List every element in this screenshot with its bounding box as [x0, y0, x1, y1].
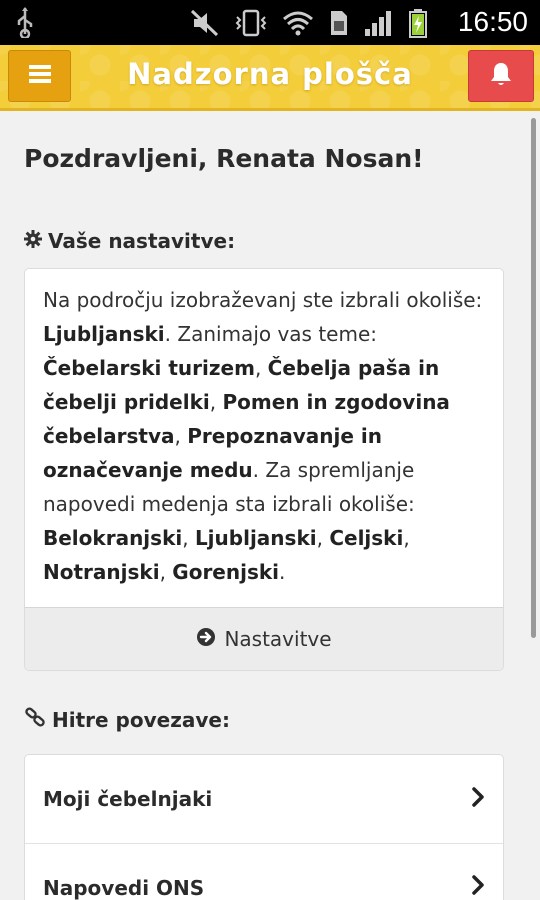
- bell-icon: [489, 61, 513, 91]
- settings-card: Na področju izobraževanj ste izbrali oko…: [24, 268, 504, 671]
- separator: ,: [182, 526, 195, 550]
- status-bar: 16:50: [0, 0, 540, 45]
- gear-icon: [24, 229, 42, 253]
- settings-button-label: Nastavitve: [224, 627, 332, 651]
- forecast-region: Celjski: [329, 526, 404, 550]
- wifi-icon: [282, 10, 314, 40]
- quick-link-label: Moji čebelnjaki: [43, 787, 213, 811]
- selected-region: Ljubljanski: [43, 322, 165, 346]
- forecast-region: Notranjski: [43, 560, 160, 584]
- separator: .: [279, 560, 286, 584]
- mute-icon: [190, 9, 220, 41]
- settings-summary: Na področju izobraževanj ste izbrali oko…: [25, 269, 503, 607]
- chevron-right-icon: [471, 786, 485, 813]
- main-content[interactable]: Pozdravljeni, Renata Nosan! Vaše nastavi…: [0, 114, 528, 900]
- quick-links-list: Moji čebelnjaki Napovedi ONS: [24, 754, 504, 900]
- settings-text-part: . Zanimajo vas teme:: [164, 322, 378, 346]
- quick-link-ons-forecasts[interactable]: Napovedi ONS: [25, 843, 503, 900]
- quick-links-heading-label: Hitre povezave:: [52, 707, 230, 732]
- chevron-right-icon: [471, 874, 485, 900]
- quick-link-label: Napovedi ONS: [43, 875, 205, 900]
- selected-topic: Čebelarski turizem: [43, 356, 255, 380]
- sim-icon: [328, 9, 350, 41]
- usb-icon: [14, 6, 36, 42]
- separator: ,: [174, 424, 188, 448]
- link-icon: [24, 707, 46, 732]
- forecast-region: Gorenjski: [172, 560, 280, 584]
- settings-heading: Vaše nastavitve:: [24, 229, 504, 253]
- settings-text-part: Na področju izobraževanj ste izbrali oko…: [43, 288, 483, 312]
- separator: ,: [254, 356, 268, 380]
- quick-links-heading: Hitre povezave:: [24, 707, 504, 732]
- notifications-button[interactable]: [468, 50, 534, 102]
- arrow-circle-right-icon: [196, 627, 216, 652]
- status-time: 16:50: [457, 6, 528, 37]
- forecast-region: Ljubljanski: [194, 526, 317, 550]
- quick-link-my-apiaries[interactable]: Moji čebelnjaki: [25, 755, 503, 843]
- separator: ,: [159, 560, 173, 584]
- settings-heading-label: Vaše nastavitve:: [48, 229, 236, 253]
- signal-icon: [364, 9, 394, 41]
- separator: ,: [316, 526, 330, 550]
- vibrate-icon: [234, 9, 268, 41]
- separator: ,: [209, 390, 223, 414]
- scrollbar[interactable]: [531, 118, 536, 638]
- battery-icon: [408, 8, 428, 42]
- page-title: Nadzorna plošča: [127, 57, 413, 91]
- separator: ,: [403, 526, 410, 550]
- app-header: Nadzorna plošča: [0, 45, 540, 111]
- settings-button[interactable]: Nastavitve: [25, 607, 503, 670]
- greeting-heading: Pozdravljeni, Renata Nosan!: [24, 144, 424, 173]
- forecast-region: Belokranjski: [43, 526, 183, 550]
